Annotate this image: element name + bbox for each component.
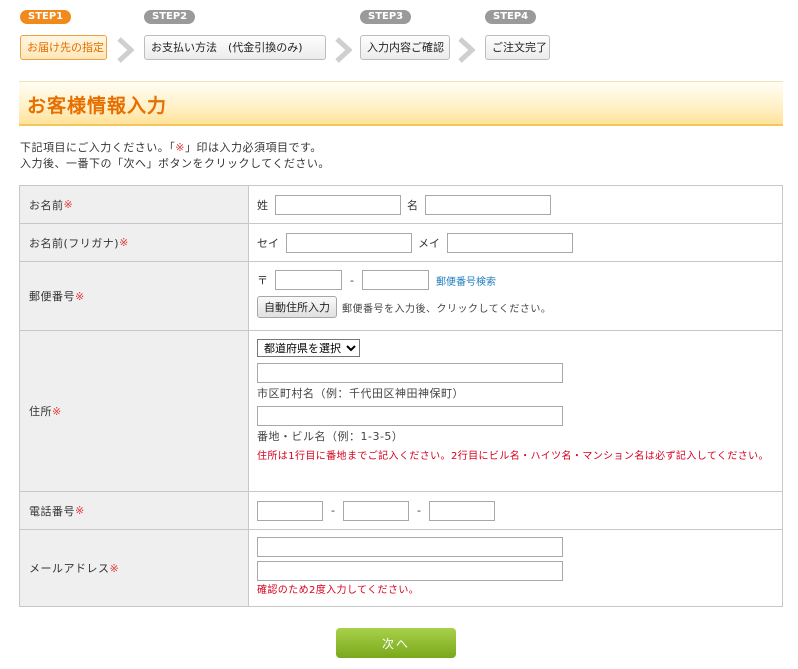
customer-form: お名前 ※ 姓 名 お名前(フリガナ) ※ セイ メイ 郵便番号 ※ 〒 - 郵便番号…: [19, 185, 783, 607]
step-arrow-icon: [335, 37, 352, 63]
label-postal-text: 郵便番号: [29, 290, 75, 303]
postal-inputs: 〒 - 郵便番号検索: [257, 270, 774, 290]
checkout-steps: STEP1 お届け先の指定 STEP2 お支払い方法 (代金引換のみ) STEP…: [20, 9, 580, 63]
intro-text: 下記項目にご入力ください。「※」印は入力必須項目です。 入力後、一番下の「次へ」…: [20, 140, 330, 172]
step-3-badge: STEP3: [360, 10, 412, 24]
step-1-label: お届け先の指定: [20, 35, 107, 60]
email-input[interactable]: [257, 537, 563, 557]
intro-line-1: 下記項目にご入力ください。「※」印は入力必須項目です。: [20, 140, 330, 156]
label-name-text: お名前: [29, 198, 64, 212]
label-name: お名前 ※: [20, 186, 249, 223]
postal-mark: 〒: [257, 274, 268, 287]
auto-address-hint: 郵便番号を入力後、クリックしてください。: [342, 303, 552, 315]
label-email-text: メールアドレス: [29, 562, 110, 575]
row-kana: お名前(フリガナ) ※ セイ メイ: [20, 224, 782, 262]
required-mark: ※: [75, 504, 85, 517]
postal-code-2-input[interactable]: [361, 270, 429, 290]
field-name: 姓 名: [249, 186, 782, 223]
step-4-badge: STEP4: [485, 10, 537, 24]
phone-1-input[interactable]: [257, 500, 323, 521]
phone-3-input[interactable]: [428, 500, 495, 521]
required-mark: ※: [109, 561, 120, 575]
address-note: 住所は1行目に番地までご記入ください。2行目にビル名・ハイツ名・マンション名は必…: [257, 451, 769, 462]
step-4: STEP4 ご注文完了: [485, 9, 550, 60]
intro-line-1-text-end: 」印は入力必須項目です。: [185, 141, 322, 154]
required-mark: ※: [119, 236, 129, 249]
email-confirm-input[interactable]: [257, 561, 563, 581]
city-wrap: [257, 363, 774, 383]
prefecture-wrap: 都道府県を選択: [257, 339, 774, 357]
first-kana-input[interactable]: [447, 232, 573, 253]
row-name: お名前 ※ 姓 名: [20, 186, 782, 224]
row-postal: 郵便番号 ※ 〒 - 郵便番号検索 自動住所入力 郵便番号を入力後、クリックしてく…: [20, 262, 782, 331]
label-kana: お名前(フリガナ) ※: [20, 224, 249, 261]
step-3: STEP3 入力内容ご確認: [360, 9, 450, 60]
intro-line-1-text: 下記項目にご入力ください。「: [20, 141, 176, 154]
label-phone-text: 電話番号: [29, 504, 75, 518]
street-hint: 番地・ビル名（例：1-3-5）: [257, 430, 404, 443]
step-arrow-icon: [458, 37, 475, 63]
field-email: 確認のため2度入力してください。: [249, 530, 782, 606]
first-name-label: 名: [407, 198, 418, 212]
step-2-label: お支払い方法 (代金引換のみ): [144, 35, 326, 60]
required-mark: ※: [52, 404, 62, 418]
page-title: お客様情報入力: [27, 95, 168, 117]
step-arrow-icon: [117, 37, 134, 63]
label-postal: 郵便番号 ※: [20, 262, 249, 330]
field-address: 都道府県を選択 市区町村名（例：千代田区神田神保町） 番地・ビル名（例：1-3-…: [249, 331, 782, 491]
email-note: 確認のため2度入力してください。: [257, 585, 420, 596]
label-address-text: 住所: [29, 405, 52, 418]
phone-2-input[interactable]: [342, 500, 409, 521]
field-kana: セイ メイ: [249, 224, 782, 261]
step-3-label: 入力内容ご確認: [360, 35, 450, 60]
row-phone: 電話番号 ※ - -: [20, 492, 782, 530]
step-2: STEP2 お支払い方法 (代金引換のみ): [144, 9, 326, 60]
postal-dash: -: [350, 273, 354, 287]
page-heading: お客様情報入力: [19, 81, 783, 126]
postal-auto: 自動住所入力 郵便番号を入力後、クリックしてください。: [257, 296, 774, 318]
required-mark: ※: [175, 141, 185, 154]
auto-address-button[interactable]: 自動住所入力: [257, 296, 337, 318]
row-address: 住所 ※ 都道府県を選択 市区町村名（例：千代田区神田神保町） 番地・ビル名（例：…: [20, 331, 782, 492]
city-hint: 市区町村名（例：千代田区神田神保町）: [257, 387, 464, 400]
field-phone: - -: [249, 492, 782, 529]
step-2-badge: STEP2: [144, 10, 196, 24]
label-kana-text: お名前(フリガナ): [29, 236, 120, 250]
step-1: STEP1 お届け先の指定: [20, 9, 107, 60]
step-1-badge: STEP1: [20, 10, 72, 24]
label-address: 住所 ※: [20, 331, 249, 491]
row-email: メールアドレス ※ 確認のため2度入力してください。: [20, 530, 782, 606]
prefecture-select[interactable]: 都道府県を選択: [257, 339, 360, 357]
required-mark: ※: [75, 289, 85, 303]
next-button[interactable]: 次へ: [336, 628, 456, 658]
first-name-input[interactable]: [425, 194, 551, 215]
last-kana-label: セイ: [257, 236, 279, 250]
email-2-wrap: [257, 561, 774, 581]
postal-search-link[interactable]: 郵便番号検索: [436, 273, 496, 288]
last-name-input[interactable]: [275, 194, 401, 215]
city-input[interactable]: [257, 363, 563, 383]
last-name-label: 姓: [257, 198, 268, 212]
first-kana-label: メイ: [418, 236, 440, 250]
label-email: メールアドレス ※: [20, 530, 249, 606]
field-postal: 〒 - 郵便番号検索 自動住所入力 郵便番号を入力後、クリックしてください。: [249, 262, 782, 330]
intro-line-2: 入力後、一番下の「次へ」ボタンをクリックしてください。: [20, 157, 330, 170]
label-phone: 電話番号 ※: [20, 492, 249, 529]
street-wrap: [257, 406, 774, 426]
last-kana-input[interactable]: [286, 232, 412, 253]
phone-dash: -: [416, 504, 421, 517]
street-input[interactable]: [257, 406, 563, 426]
email-1-wrap: [257, 537, 774, 557]
required-mark: ※: [63, 198, 74, 211]
postal-code-1-input[interactable]: [275, 270, 342, 290]
phone-dash: -: [331, 504, 335, 517]
step-4-label: ご注文完了: [485, 35, 550, 60]
